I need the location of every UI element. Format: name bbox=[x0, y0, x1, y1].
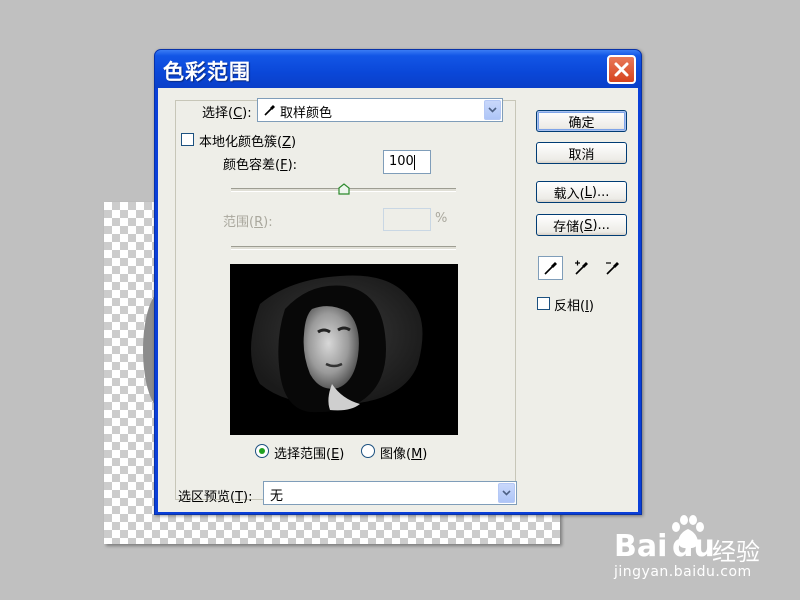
baidu-jingyan-watermark: Bai du 经验 jingyan.baidu.com bbox=[612, 515, 792, 585]
eyedropper-tool[interactable] bbox=[538, 256, 563, 280]
invert-label: 反相(I) bbox=[554, 299, 594, 314]
selection-preview-value: 无 bbox=[270, 489, 284, 504]
selection-preview-label: 选区预览(T): bbox=[178, 490, 253, 505]
invert-checkbox[interactable] bbox=[537, 297, 550, 310]
watermark-brand-a: Bai bbox=[614, 529, 668, 564]
fuzziness-input[interactable]: 100 bbox=[383, 150, 431, 174]
select-label: 选择(C): bbox=[202, 106, 252, 121]
range-slider-track bbox=[231, 246, 456, 250]
close-icon bbox=[614, 62, 629, 77]
text-caret bbox=[414, 155, 415, 170]
selection-preview-dropdown-button[interactable] bbox=[498, 483, 515, 503]
radio-image-label: 图像(M) bbox=[380, 447, 428, 462]
cancel-button[interactable]: 取消 bbox=[536, 142, 627, 164]
localized-clusters-checkbox[interactable] bbox=[181, 133, 194, 146]
radio-image[interactable] bbox=[361, 444, 375, 458]
title-bar[interactable]: 色彩范围 bbox=[155, 50, 641, 88]
load-button[interactable]: 载入(L)... bbox=[536, 181, 627, 203]
eyedropper-minus-icon bbox=[605, 262, 619, 275]
chevron-down-icon bbox=[488, 107, 497, 113]
localized-clusters-label: 本地化颜色簇(Z) bbox=[199, 135, 297, 150]
range-label: 范围(R): bbox=[223, 215, 273, 230]
eyedropper-icon bbox=[264, 105, 275, 116]
select-value: 取样颜色 bbox=[280, 106, 333, 121]
save-button[interactable]: 存储(S)... bbox=[536, 214, 627, 236]
selection-preview-combo[interactable]: 无 bbox=[263, 481, 517, 505]
preview-mask-image bbox=[251, 275, 423, 413]
select-dropdown-button[interactable] bbox=[484, 100, 501, 120]
eyedropper-subtract-tool[interactable] bbox=[600, 256, 625, 280]
select-combo[interactable]: 取样颜色 bbox=[257, 98, 503, 122]
watermark-brand-b: du bbox=[672, 529, 715, 564]
dialog-body: 选择(C): 取样颜色 本地化颜色簇(Z) 颜色容差(F): 100 范围(R)… bbox=[158, 88, 638, 512]
color-range-dialog: 色彩范围 选择(C): 取样颜色 本地化颜色簇(Z) 颜色容差(F): 100 … bbox=[154, 49, 642, 515]
watermark-url: jingyan.baidu.com bbox=[614, 564, 752, 580]
range-unit: % bbox=[435, 211, 448, 226]
watermark-brand-cn: 经验 bbox=[712, 538, 760, 566]
radio-selection[interactable] bbox=[255, 444, 269, 458]
chevron-down-icon bbox=[502, 490, 511, 496]
fuzziness-value: 100 bbox=[389, 154, 414, 169]
fuzziness-label: 颜色容差(F): bbox=[223, 158, 298, 173]
range-input bbox=[383, 208, 431, 231]
fuzziness-slider-thumb[interactable] bbox=[337, 183, 350, 195]
eyedropper-plus-icon bbox=[574, 260, 588, 275]
dialog-title: 色彩范围 bbox=[163, 60, 251, 84]
radio-selected-dot bbox=[259, 448, 265, 454]
eyedropper-icon bbox=[543, 262, 557, 275]
eyedropper-add-tool[interactable] bbox=[569, 256, 594, 280]
selection-preview bbox=[230, 264, 458, 435]
radio-selection-label: 选择范围(E) bbox=[274, 447, 345, 462]
close-button[interactable] bbox=[607, 55, 636, 84]
ok-button[interactable]: 确定 bbox=[536, 110, 627, 132]
